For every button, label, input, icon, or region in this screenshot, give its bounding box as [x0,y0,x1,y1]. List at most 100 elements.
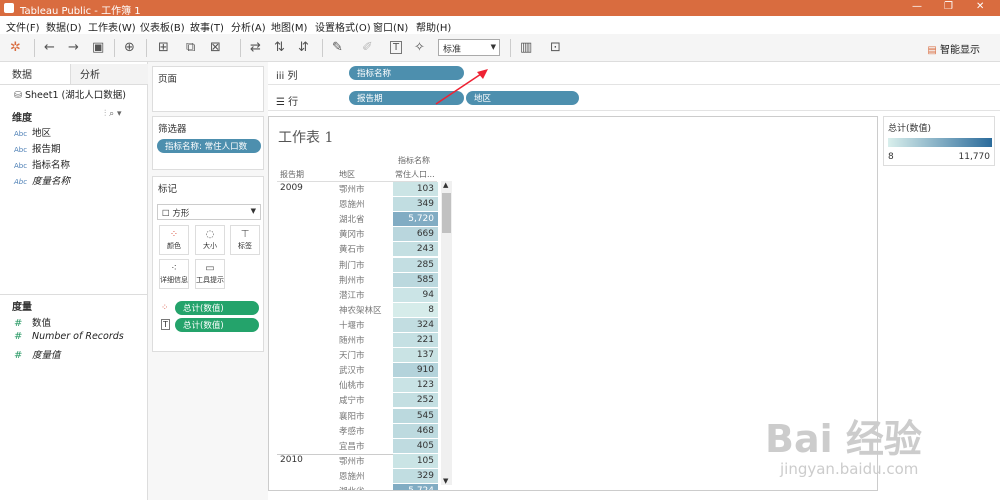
menu-worksheet[interactable]: 工作表(W) [88,19,136,34]
cell-region: 黄冈市 [339,230,365,241]
label-measure-pill[interactable]: 总计(数值) [175,318,259,332]
close-icon[interactable]: ✕ [976,1,984,12]
clear-sheet-icon[interactable]: ⊠ [210,40,221,55]
rows-icon: ☰ [276,97,285,108]
filter-pill[interactable]: 指标名称: 常住人口数 [157,139,261,153]
redo-icon[interactable]: → [68,40,79,55]
tableau-logo-icon[interactable]: ✲ [10,40,21,55]
legend-gradient [888,138,992,147]
cell-value[interactable]: 105 [393,453,438,468]
menu-analysis[interactable]: 分析(A) [231,19,266,34]
cell-value[interactable]: 349 [393,197,438,212]
column-header-field: 指标名称 [398,156,430,165]
cell-value[interactable]: 285 [393,257,438,272]
show-cards-icon[interactable]: ▥ [520,40,532,55]
data-pane: 数据 分析 分析 ⛁ Sheet1 (湖北人口数据) 维度 ⫶ ⌕ ▾ Abc地… [0,62,148,500]
pages-card[interactable]: 页面 [152,66,264,112]
group-icon[interactable]: ✐ [362,40,373,55]
menu-map[interactable]: 地图(M) [271,19,307,34]
color-button[interactable]: ⁘ 颜色 [159,225,189,255]
sort-ascending-icon[interactable]: ⇅ [274,40,285,55]
color-legend[interactable]: 总计(数值) 8 11,770 [883,116,995,166]
swap-icon[interactable]: ⇄ [250,40,261,55]
color-measure-pill[interactable]: 总计(数值) [175,301,259,315]
cell-region: 十堰市 [339,320,365,331]
smart-display-button[interactable]: ▤ 智能显示 [927,41,980,56]
sort-descending-icon[interactable]: ⇵ [298,40,309,55]
undo-icon[interactable]: ← [44,40,55,55]
vertical-scrollbar[interactable]: ▲ ▼ [441,181,452,485]
menu-format[interactable]: 设置格式(O) [315,19,371,34]
menu-file[interactable]: 文件(F) [6,19,40,34]
cell-value[interactable]: 103 [393,182,438,196]
filters-card[interactable]: 筛选器 指标名称: 常住人口数 [152,116,264,170]
scroll-down-icon[interactable]: ▼ [443,477,448,485]
cell-value[interactable]: 324 [393,317,438,332]
measure-number-of-records[interactable]: # Number of Records [14,331,124,342]
cell-value[interactable]: 669 [393,227,438,242]
datasource-item[interactable]: ⛁ Sheet1 (湖北人口数据) [14,87,126,101]
cell-value[interactable]: 8 [393,302,438,317]
duplicate-icon[interactable]: ⧉ [186,40,195,55]
cell-value[interactable]: 221 [393,333,438,347]
label-button[interactable]: ⊤ 标签 [230,225,260,255]
cell-value[interactable]: 94 [393,287,438,302]
dimensions-title: 维度 [12,113,32,124]
tab-analysis[interactable]: 分析 [80,66,100,84]
tableau-app-icon [4,3,14,13]
maximize-icon[interactable]: ❐ [944,1,953,12]
highlight-icon[interactable]: ✎ [332,40,343,55]
cell-value[interactable]: 468 [393,423,438,438]
filters-title: 筛选器 [158,124,187,135]
detail-button[interactable]: ⁖ 详细信息 [159,259,189,289]
minimize-icon[interactable]: — [912,1,922,12]
cell-value[interactable]: 329 [393,468,438,483]
toolbar: ✲ ← → ▣ ⊕ ⊞ ⧉ ⊠ ⇄ ⇅ ⇵ ✎ ✐ T ✧ 标准 ▼ ▥ ⊡ ▤ … [0,34,1000,62]
cell-value[interactable]: 123 [393,378,438,393]
size-button[interactable]: ◌ 大小 [195,225,225,255]
square-icon: ☐ [162,209,170,219]
cell-value[interactable]: 545 [393,408,438,423]
menu-help[interactable]: 帮助(H) [416,19,451,34]
menu-story[interactable]: 故事(T) [190,19,224,34]
presentation-mode-icon[interactable]: ⊡ [550,40,561,55]
mark-type-select[interactable]: ☐ 方形 ▼ [157,204,261,220]
cell-value[interactable]: 252 [393,393,438,408]
chevron-down-icon: ▼ [490,43,496,51]
cell-value[interactable]: 405 [393,438,438,453]
dimension-region[interactable]: Abc 地区 [14,125,51,139]
cell-value[interactable]: 137 [393,348,438,363]
tooltip-button[interactable]: ▭ 工具提示 [195,259,225,289]
window-title: Tableau Public - 工作簿 1 [20,6,141,17]
dimension-indicator[interactable]: Abc 指标名称 [14,157,70,171]
cell-value[interactable]: 5,720 [393,212,438,227]
cell-region: 襄阳市 [339,411,365,422]
dimension-period[interactable]: Abc 报告期 [14,141,61,155]
legend-title: 总计(数值) [888,124,932,134]
cell-value[interactable]: 5,724 [393,484,438,490]
column-header-value: 常住人口... [395,170,435,179]
cell-region: 随州市 [339,336,365,346]
cell-value[interactable]: 243 [393,242,438,257]
measure-value[interactable]: # 数值 [14,315,51,329]
fit-select[interactable]: 标准 ▼ [438,39,500,56]
cell-value[interactable]: 585 [393,272,438,287]
save-icon[interactable]: ▣ [92,40,104,55]
new-datasource-icon[interactable]: ⊕ [124,40,135,55]
scroll-up-icon[interactable]: ▲ [443,181,448,189]
measure-measure-values[interactable]: # 度量值 [14,347,61,361]
rows-shelf[interactable]: ☰ 行 报告期 地区 [268,88,1000,111]
scrollbar-thumb[interactable] [442,193,451,233]
pin-icon[interactable]: ✧ [414,40,425,55]
search-fields-icon[interactable]: ⫶ ⌕ ▾ [104,109,122,119]
cell-region: 荆州市 [339,275,365,286]
show-labels-icon[interactable]: T [390,41,403,54]
menu-window[interactable]: 窗口(N) [373,19,408,34]
menu-dashboard[interactable]: 仪表板(B) [140,19,185,34]
tab-data[interactable]: 数据 [12,66,32,84]
columns-shelf[interactable]: iii 列 指标名称 [268,62,1000,85]
dimension-measure-names[interactable]: Abc 度量名称 [14,173,70,187]
cell-value[interactable]: 910 [393,363,438,378]
new-worksheet-icon[interactable]: ⊞ [158,40,169,55]
menu-data[interactable]: 数据(D) [46,19,82,34]
